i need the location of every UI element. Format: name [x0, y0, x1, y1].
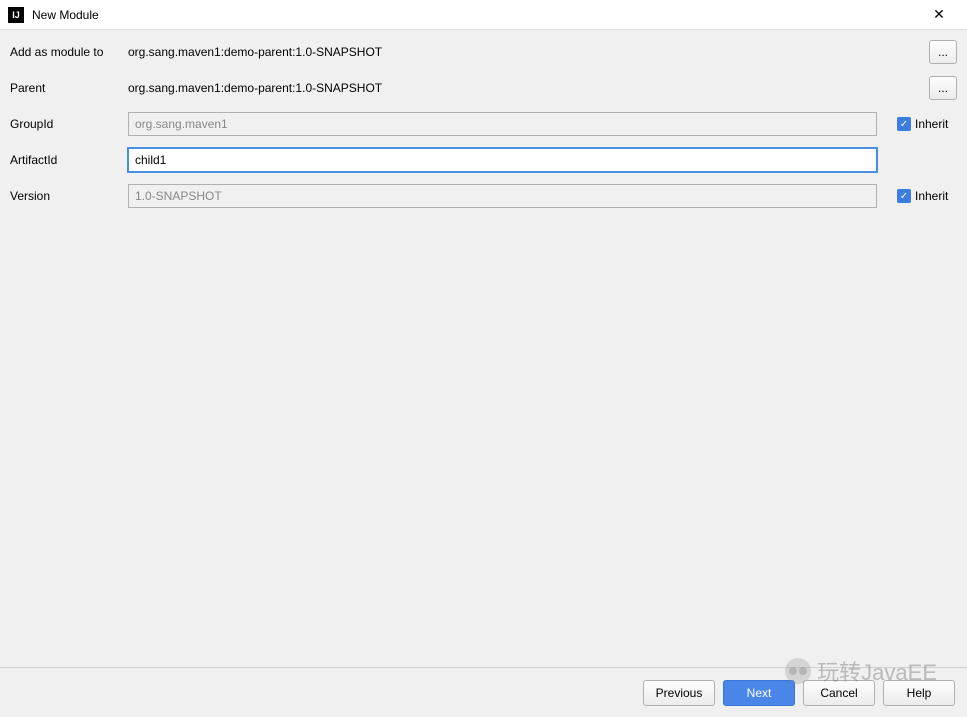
- version-label: Version: [10, 189, 128, 203]
- previous-button[interactable]: Previous: [643, 680, 715, 706]
- groupid-inherit-checkbox[interactable]: ✓: [897, 117, 911, 131]
- help-button[interactable]: Help: [883, 680, 955, 706]
- add-module-row: Add as module to org.sang.maven1:demo-pa…: [10, 40, 957, 64]
- groupid-label: GroupId: [10, 117, 128, 131]
- add-module-value: org.sang.maven1:demo-parent:1.0-SNAPSHOT: [128, 45, 929, 59]
- parent-row: Parent org.sang.maven1:demo-parent:1.0-S…: [10, 76, 957, 100]
- window-title: New Module: [32, 8, 919, 22]
- groupid-input[interactable]: [128, 112, 877, 136]
- footer: Previous Next Cancel Help: [0, 667, 967, 717]
- titlebar: IJ New Module ✕: [0, 0, 967, 30]
- parent-value: org.sang.maven1:demo-parent:1.0-SNAPSHOT: [128, 81, 929, 95]
- parent-browse-button[interactable]: ...: [929, 76, 957, 100]
- groupid-inherit-label: Inherit: [915, 117, 948, 131]
- next-button[interactable]: Next: [723, 680, 795, 706]
- add-module-label: Add as module to: [10, 45, 128, 59]
- version-inherit-label: Inherit: [915, 189, 948, 203]
- artifactid-input[interactable]: [128, 148, 877, 172]
- add-module-browse-button[interactable]: ...: [929, 40, 957, 64]
- artifactid-row: ArtifactId: [10, 148, 957, 172]
- cancel-button[interactable]: Cancel: [803, 680, 875, 706]
- version-inherit-wrap: ✓ Inherit: [897, 189, 948, 203]
- version-inherit-checkbox[interactable]: ✓: [897, 189, 911, 203]
- version-row: Version ✓ Inherit: [10, 184, 957, 208]
- app-icon: IJ: [8, 7, 24, 23]
- content-area: Add as module to org.sang.maven1:demo-pa…: [0, 30, 967, 667]
- close-button[interactable]: ✕: [919, 1, 959, 29]
- parent-label: Parent: [10, 81, 128, 95]
- groupid-inherit-wrap: ✓ Inherit: [897, 117, 948, 131]
- version-input[interactable]: [128, 184, 877, 208]
- artifactid-label: ArtifactId: [10, 153, 128, 167]
- groupid-row: GroupId ✓ Inherit: [10, 112, 957, 136]
